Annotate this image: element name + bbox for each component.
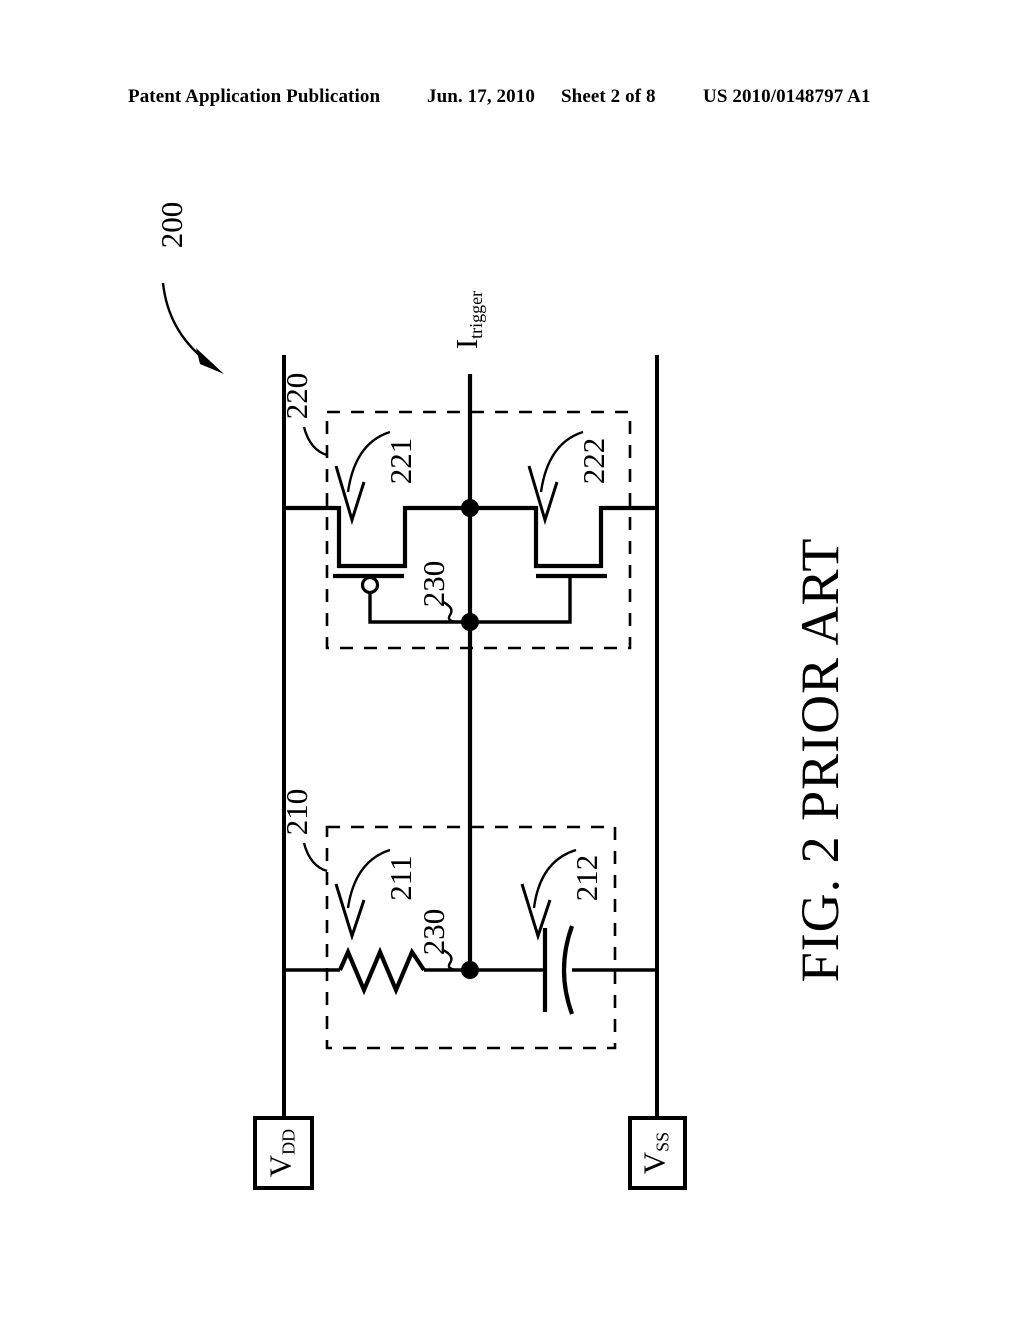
circuit-diagram: VDD VSS 200 220 221 222 230 210 211 212 …: [154, 202, 687, 1190]
vdd-label-sub: DD: [279, 1129, 299, 1155]
ref-222-label: 222: [576, 438, 611, 485]
itrigger-label: Itrigger: [449, 291, 486, 349]
ref-200-label: 200: [154, 202, 189, 249]
ref-222-text: 222: [576, 438, 611, 485]
ref-210-leader: [302, 842, 328, 873]
svg-text:Itrigger: Itrigger: [449, 291, 486, 349]
ref-220-leader: [302, 426, 328, 457]
junction-dot-rc: [461, 961, 479, 979]
ref-220-label: 220: [279, 373, 314, 420]
vss-label-sub: SS: [653, 1132, 673, 1152]
ref-211-text: 211: [383, 855, 418, 900]
ref-230-rc-label: 230: [416, 909, 451, 956]
junction-dot-drain: [461, 499, 479, 517]
nmos-source-drain-path: [470, 505, 657, 569]
itrigger-label-sub: trigger: [466, 291, 486, 339]
ref-222-arrowhead-icon: [527, 465, 559, 526]
junction-dot-gate: [461, 613, 479, 631]
ref-221-text: 221: [383, 438, 418, 485]
ref-212-text: 212: [569, 855, 604, 902]
capacitor-plate-curved: [561, 925, 574, 1015]
ref-200-arrowhead-icon: [196, 348, 224, 374]
vdd-label-main: V: [263, 1154, 298, 1177]
ref-230-inverter-label: 230: [416, 561, 451, 608]
ref-200-leader: [161, 282, 206, 361]
ref-211-label: 211: [383, 855, 418, 900]
vss-label-main: V: [637, 1151, 672, 1174]
pmos-source-drain-path: [284, 505, 470, 569]
nmos-gate-lead: [470, 576, 572, 624]
ref-212-label: 212: [569, 855, 604, 902]
ref-230-rc-text: 230: [416, 909, 451, 956]
ref-221-label: 221: [383, 438, 418, 485]
ref-200-text: 200: [154, 202, 189, 249]
resistor-symbol: [338, 946, 426, 996]
pmos-inversion-bubble-icon: [360, 575, 380, 595]
itrigger-label-main: I: [449, 339, 484, 349]
ref-210-label: 210: [279, 789, 314, 836]
ref-211-arrowhead-icon: [334, 883, 366, 941]
ref-210-text: 210: [279, 789, 314, 836]
ref-220-text: 220: [279, 373, 314, 420]
ref-230-inverter-text: 230: [416, 561, 451, 608]
